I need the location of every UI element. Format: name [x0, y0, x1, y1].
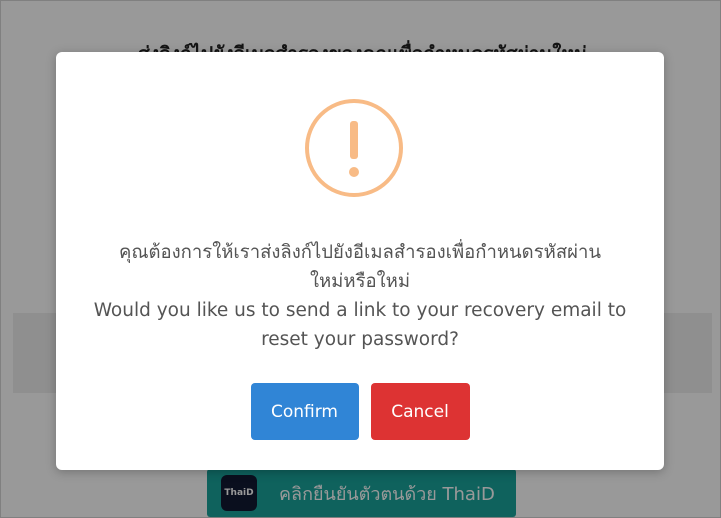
dialog-message-th-line1: คุณต้องการให้เราส่งลิงก์ไปยังอีเมลสำรองเ… — [118, 242, 601, 263]
dialog-message-en-line1: Would you like us to send a link to your… — [93, 300, 627, 321]
confirm-dialog: คุณต้องการให้เราส่งลิงก์ไปยังอีเมลสำรองเ… — [56, 52, 664, 470]
dialog-message: คุณต้องการให้เราส่งลิงก์ไปยังอีเมลสำรองเ… — [80, 238, 640, 354]
dialog-message-en-line2: reset your password? — [261, 329, 459, 350]
warning-icon-dot — [349, 167, 359, 177]
dialog-actions: Confirm Cancel — [56, 383, 664, 440]
dialog-message-th-line2: ใหม่หรือใหม่ — [309, 271, 411, 292]
cancel-button[interactable]: Cancel — [370, 383, 470, 440]
warning-icon — [305, 99, 403, 197]
confirm-button[interactable]: Confirm — [250, 383, 359, 440]
warning-icon-bar — [350, 121, 358, 159]
